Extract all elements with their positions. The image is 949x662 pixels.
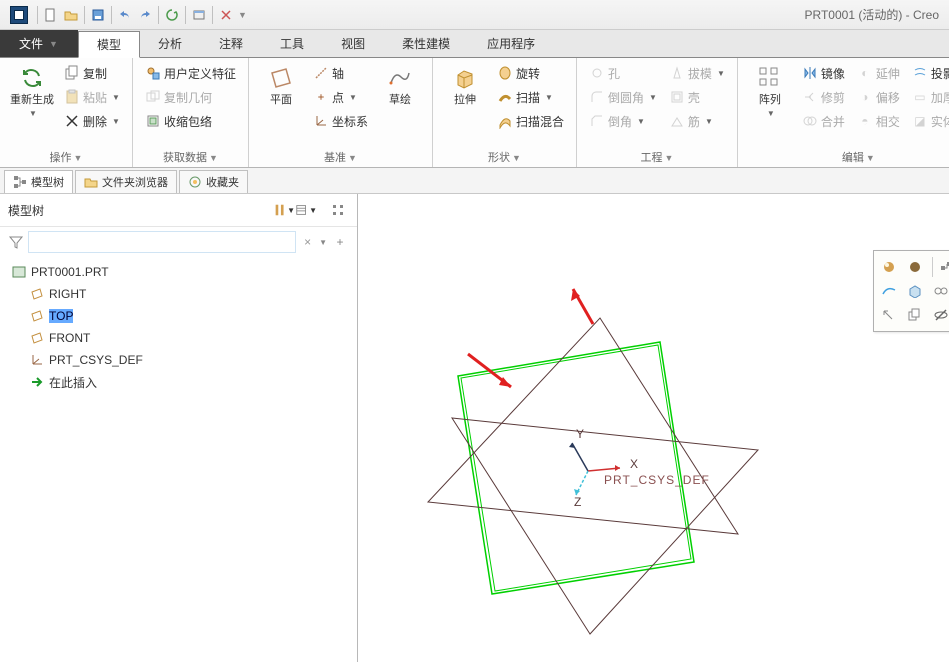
tab-file[interactable]: 文件▼ bbox=[0, 30, 78, 57]
panel-title: 模型树 bbox=[8, 202, 273, 219]
tab-favorites[interactable]: 收藏夹 bbox=[179, 170, 248, 193]
ribbon: 重新生成 ▼ 复制 粘贴▼ 删除▼ 操作▼ 用户定义特征 复制几何 收缩包络 获… bbox=[0, 58, 949, 168]
panel-tabs: 模型树 文件夹浏览器 收藏夹 bbox=[0, 168, 949, 194]
tree-tool2-icon[interactable]: ▼ bbox=[295, 200, 317, 220]
revolve-button[interactable]: 旋转 bbox=[493, 62, 568, 84]
main-area: 模型树 ▼ ▼ × ▼ + PRT0001.PRT RIGHT TOP bbox=[0, 194, 949, 662]
window-title: PRT0001 (活动的) - Creo bbox=[805, 6, 945, 23]
filter-icon[interactable] bbox=[8, 234, 24, 250]
extrude-button[interactable]: 拉伸 bbox=[441, 62, 489, 109]
sweepblend-button[interactable]: 扫描混合 bbox=[493, 110, 568, 132]
ctx-select-parent-icon[interactable]: ▼ bbox=[939, 257, 949, 277]
add-filter-icon[interactable]: + bbox=[331, 233, 349, 251]
ctx-curve-icon[interactable] bbox=[878, 281, 900, 301]
ctx-hide-icon[interactable] bbox=[930, 305, 949, 325]
redo-icon[interactable] bbox=[135, 5, 155, 25]
ribgroup-getdata: 用户定义特征 复制几何 收缩包络 获取数据▼ bbox=[133, 58, 249, 167]
ctx-material-icon[interactable] bbox=[904, 257, 926, 277]
udf-button[interactable]: 用户定义特征 bbox=[141, 62, 240, 84]
tree-csys[interactable]: PRT_CSYS_DEF bbox=[2, 349, 355, 371]
shrinkwrap-button[interactable]: 收缩包络 bbox=[141, 110, 240, 132]
extend-button: ◐延伸 bbox=[853, 62, 904, 84]
mirror-button[interactable]: 镜像 bbox=[798, 62, 849, 84]
project-button[interactable]: 投影 bbox=[908, 62, 949, 84]
plane-button[interactable]: 平面 bbox=[257, 62, 305, 109]
ribgroup-shape: 拉伸 旋转 扫描▼ 扫描混合 形状▼ bbox=[433, 58, 577, 167]
regen-icon[interactable] bbox=[162, 5, 182, 25]
regenerate-button[interactable]: 重新生成 ▼ bbox=[8, 62, 56, 120]
hole-button: 孔 bbox=[585, 62, 661, 84]
viewport-drawing: Y X Z PRT_CSYS_DEF bbox=[358, 194, 948, 662]
tree-tool1-icon[interactable]: ▼ bbox=[273, 200, 295, 220]
ctx-solid-icon[interactable] bbox=[904, 281, 926, 301]
sweep-button[interactable]: 扫描▼ bbox=[493, 86, 568, 108]
arrow-annotation-1 bbox=[463, 349, 523, 399]
ctx-copy-icon[interactable] bbox=[904, 305, 926, 325]
ctx-appearance-icon[interactable] bbox=[878, 257, 900, 277]
copygeom-button: 复制几何 bbox=[141, 86, 240, 108]
ribgroup-edit: 阵列 ▼ 镜像 修剪 合并 ◐延伸 ◑偏移 ◓相交 投影 ▭加厚 ◪实体化 编辑… bbox=[738, 58, 949, 167]
close-icon[interactable] bbox=[216, 5, 236, 25]
trim-button: 修剪 bbox=[798, 86, 849, 108]
copy-button[interactable]: 复制 bbox=[60, 62, 124, 84]
title-bar: ▼ PRT0001 (活动的) - Creo bbox=[0, 0, 949, 30]
intersect-button: ◓相交 bbox=[853, 110, 904, 132]
merge-button: 合并 bbox=[798, 110, 849, 132]
point-button[interactable]: 点▼ bbox=[309, 86, 372, 108]
context-toolbar: ▼ bbox=[873, 250, 949, 332]
svg-text:Z: Z bbox=[574, 495, 581, 509]
tree-insert-here[interactable]: 在此插入 bbox=[2, 371, 355, 393]
tab-model[interactable]: 模型 bbox=[78, 31, 140, 58]
tab-apps[interactable]: 应用程序 bbox=[469, 30, 554, 57]
model-tree-panel: 模型树 ▼ ▼ × ▼ + PRT0001.PRT RIGHT TOP bbox=[0, 194, 358, 662]
tab-tools[interactable]: 工具 bbox=[262, 30, 323, 57]
draft-button: 拔模▼ bbox=[665, 62, 729, 84]
axis-button[interactable]: 轴 bbox=[309, 62, 372, 84]
round-button: 倒圆角▼ bbox=[585, 86, 661, 108]
ribgroup-datum: 平面 轴 点▼ 坐标系 草绘 基准▼ bbox=[249, 58, 433, 167]
solidify-button: ◪实体化 bbox=[908, 110, 949, 132]
tab-flexible[interactable]: 柔性建模 bbox=[384, 30, 469, 57]
ctx-arrow-icon[interactable] bbox=[878, 305, 900, 325]
viewport[interactable]: Y X Z PRT_CSYS_DEF ▼ bbox=[358, 194, 949, 662]
paste-button: 粘贴▼ bbox=[60, 86, 124, 108]
window-icon[interactable] bbox=[189, 5, 209, 25]
delete-button[interactable]: 删除▼ bbox=[60, 110, 124, 132]
open-icon[interactable] bbox=[61, 5, 81, 25]
ribgroup-engineering: 孔 倒圆角▼ 倒角▼ 拔模▼ 壳 筋▼ 工程▼ bbox=[577, 58, 738, 167]
tree-front[interactable]: FRONT bbox=[2, 327, 355, 349]
svg-text:PRT_CSYS_DEF: PRT_CSYS_DEF bbox=[604, 473, 710, 487]
tab-annotate[interactable]: 注释 bbox=[201, 30, 262, 57]
svg-text:X: X bbox=[630, 457, 638, 471]
sketch-button[interactable]: 草绘 bbox=[376, 62, 424, 109]
offset-button: ◑偏移 bbox=[853, 86, 904, 108]
clear-search-icon[interactable]: × bbox=[300, 235, 315, 249]
search-input[interactable] bbox=[28, 231, 296, 253]
tab-view[interactable]: 视图 bbox=[323, 30, 384, 57]
pattern-button[interactable]: 阵列 ▼ bbox=[746, 62, 794, 120]
tab-analysis[interactable]: 分析 bbox=[140, 30, 201, 57]
tree-right[interactable]: RIGHT bbox=[2, 283, 355, 305]
arrow-annotation-2 bbox=[563, 284, 603, 334]
undo-icon[interactable] bbox=[115, 5, 135, 25]
app-logo-icon bbox=[10, 6, 28, 24]
tab-model-tree[interactable]: 模型树 bbox=[4, 170, 73, 193]
svg-text:Y: Y bbox=[576, 427, 584, 441]
ribbon-tabs: 文件▼ 模型 分析 注释 工具 视图 柔性建模 应用程序 bbox=[0, 30, 949, 58]
shell-button: 壳 bbox=[665, 86, 729, 108]
tree-top[interactable]: TOP bbox=[2, 305, 355, 327]
csys-button[interactable]: 坐标系 bbox=[309, 110, 372, 132]
tree-root[interactable]: PRT0001.PRT bbox=[2, 261, 355, 283]
thicken-button: ▭加厚 bbox=[908, 86, 949, 108]
model-tree: PRT0001.PRT RIGHT TOP FRONT PRT_CSYS_DEF… bbox=[0, 257, 357, 397]
save-icon[interactable] bbox=[88, 5, 108, 25]
tree-settings-icon[interactable] bbox=[327, 200, 349, 220]
rib-button: 筋▼ bbox=[665, 110, 729, 132]
tab-folder-browser[interactable]: 文件夹浏览器 bbox=[75, 170, 177, 193]
ctx-quilt-icon[interactable] bbox=[930, 281, 949, 301]
ribgroup-operate: 重新生成 ▼ 复制 粘贴▼ 删除▼ 操作▼ bbox=[0, 58, 133, 167]
new-icon[interactable] bbox=[41, 5, 61, 25]
chamfer-button: 倒角▼ bbox=[585, 110, 661, 132]
